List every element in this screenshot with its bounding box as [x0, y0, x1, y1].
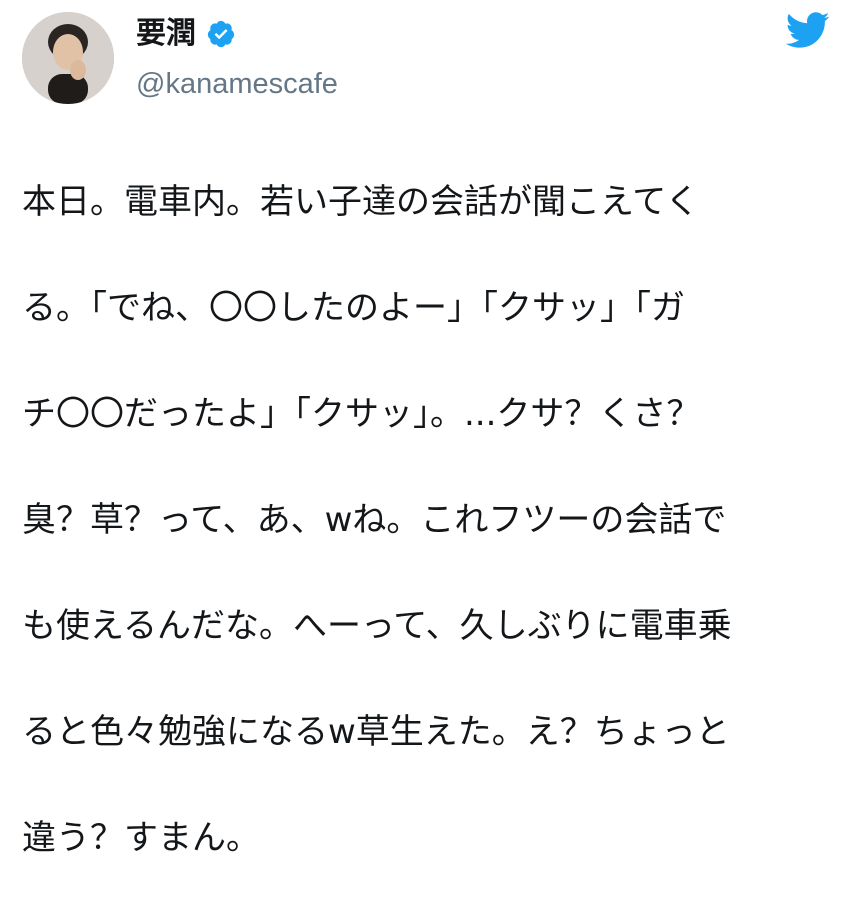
tweet-text: 本日。電車内。若い子達の会話が聞こえてく る。「でね、〇〇したのよー」「クサッ」…	[22, 123, 834, 918]
avatar[interactable]	[22, 12, 114, 104]
tweet-text-line: 本日。電車内。若い子達の会話が聞こえてく	[22, 182, 700, 222]
user-handle[interactable]: @kanamescafe	[136, 66, 338, 102]
twitter-bird-icon[interactable]	[784, 10, 830, 50]
tweet-text-line: チ〇〇だったよ」「クサッ」。...クサ？くさ？	[22, 394, 701, 434]
tweet-text-line: る。「でね、〇〇したのよー」「クサッ」「ガ	[22, 288, 685, 328]
tweet-text-line: ると色々勉強になるw草生えた。え？ちょっと	[22, 712, 730, 752]
display-name[interactable]: 要潤	[136, 14, 196, 54]
tweet-text-line: も使えるんだな。へーって、久しぶりに電車乗	[22, 606, 732, 646]
name-row: 要潤	[136, 14, 338, 54]
tweet-text-line: 違う？すまん。	[22, 818, 260, 858]
user-info: 要潤 @kanamescafe	[136, 14, 338, 102]
tweet-card: 要潤 @kanamescafe 本日。電車内。若い子達の会話が聞こえてく る。「…	[0, 0, 852, 858]
verified-badge-icon	[206, 19, 236, 49]
avatar-photo	[22, 12, 114, 104]
tweet-text-line: 臭？草？って、あ、wね。これフツーの会話で	[22, 500, 727, 540]
